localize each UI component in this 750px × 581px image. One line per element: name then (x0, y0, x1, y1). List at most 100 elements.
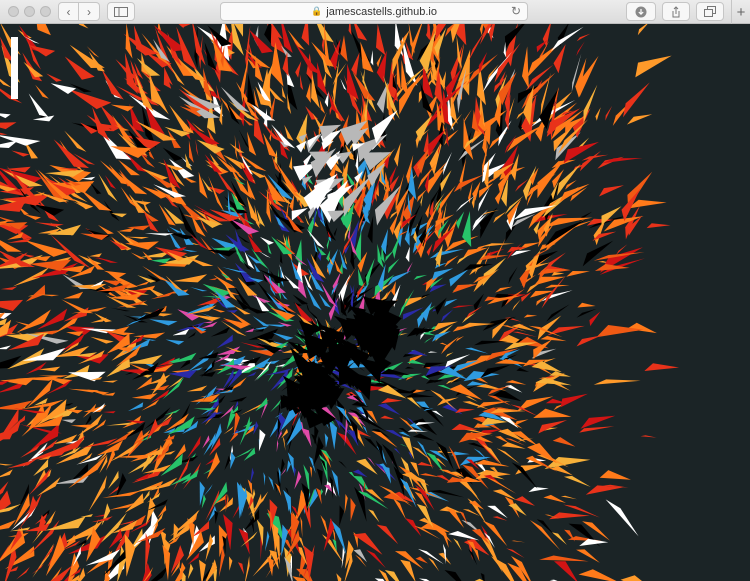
share-button[interactable] (662, 2, 690, 21)
triangle-shard (446, 125, 449, 147)
triangle-shard (0, 286, 18, 290)
triangle-shard (316, 468, 323, 486)
triangle-shard (415, 556, 428, 564)
triangle-shard (644, 363, 680, 371)
triangle-shard (444, 255, 459, 268)
triangle-shard (246, 196, 261, 226)
triangle-shard (646, 223, 671, 229)
triangle-shard (25, 361, 47, 375)
triangle-shard (465, 347, 489, 354)
triangle-shard (576, 335, 602, 347)
reload-icon[interactable]: ↻ (511, 4, 521, 18)
close-window-button[interactable] (8, 6, 19, 17)
sidebar-button[interactable] (107, 2, 135, 21)
triangle-shard (338, 460, 347, 469)
triangle-shard (544, 284, 570, 289)
download-button[interactable] (626, 2, 656, 21)
triangle-shard (348, 472, 356, 479)
back-button[interactable]: ‹ (58, 2, 79, 21)
art-canvas[interactable] (0, 24, 750, 581)
triangle-shard (163, 66, 172, 89)
tabs-overview-button[interactable] (696, 2, 724, 21)
triangle-shard (333, 227, 338, 237)
triangle-shard (426, 243, 433, 256)
triangle-shard (508, 266, 518, 285)
triangle-shard (286, 460, 291, 473)
triangle-shard (178, 24, 191, 28)
address-bar[interactable]: 🔒 jamescastells.github.io ↻ (220, 2, 528, 21)
triangle-shard (376, 24, 386, 56)
triangle-shard (478, 52, 488, 74)
triangle-shard (23, 61, 44, 78)
triangle-shard (341, 546, 345, 569)
triangle-shard (547, 325, 585, 336)
triangle-shard (543, 358, 556, 364)
triangle-shard (501, 442, 526, 449)
triangle-shard (151, 372, 167, 396)
triangle-shard (449, 269, 469, 287)
triangle-shard (0, 132, 8, 135)
triangle-shard (539, 555, 589, 562)
triangle-shard (380, 415, 395, 420)
triangle-shard (578, 569, 617, 581)
new-tab-button[interactable]: + (731, 0, 750, 24)
triangle-shard (357, 417, 387, 432)
browser-toolbar: ‹ › 🔒 jamescastells.github.io ↻ + (0, 0, 750, 24)
triangle-shard (173, 274, 208, 283)
triangle-shard (505, 380, 527, 385)
triangle-shard (637, 24, 648, 36)
triangle-shard (6, 458, 37, 469)
triangle-shard (263, 472, 266, 486)
triangle-shard (416, 504, 434, 529)
triangle-shard (78, 24, 89, 29)
triangle-shard (244, 328, 255, 333)
triangle-shard (167, 352, 197, 364)
forward-button[interactable]: › (79, 2, 100, 21)
triangle-shard (90, 336, 114, 344)
triangle-shard (543, 494, 566, 503)
triangle-shard (344, 494, 348, 514)
triangle-shard (427, 24, 432, 43)
triangle-shard (404, 222, 410, 246)
triangle-shard (640, 435, 657, 438)
triangle-shard (0, 299, 24, 311)
triangle-shard (384, 171, 391, 192)
triangle-shard (339, 505, 345, 527)
triangle-shard (131, 393, 158, 400)
share-icon (672, 5, 680, 17)
triangle-shard (229, 556, 233, 571)
triangle-shard (376, 524, 399, 545)
triangle-shard (259, 236, 274, 245)
triangle-shard (282, 435, 286, 451)
triangle-shard (492, 516, 508, 521)
triangle-shard (16, 309, 51, 333)
triangle-shard (511, 431, 539, 447)
triangle-shard (465, 306, 483, 319)
triangle-shard (216, 334, 233, 349)
triangle-shard (0, 345, 11, 350)
triangle-shard (444, 570, 462, 581)
triangle-shard (16, 566, 30, 580)
triangle-shard (157, 162, 185, 171)
minimize-window-button[interactable] (24, 6, 35, 17)
vertical-slider-bar[interactable] (11, 37, 18, 99)
triangle-shard (101, 68, 124, 100)
triangle-shard (107, 470, 119, 489)
triangle-shard (294, 470, 302, 490)
triangle-shard (28, 468, 51, 496)
triangle-shard (188, 125, 220, 145)
triangle-shard (90, 182, 102, 194)
triangle-shard (199, 371, 216, 377)
triangle-shard (134, 280, 150, 287)
triangle-shard (276, 439, 279, 453)
zoom-window-button[interactable] (40, 6, 51, 17)
triangle-shard (147, 287, 164, 297)
triangle-shard (504, 342, 538, 351)
triangle-shard (301, 24, 310, 46)
triangle-shard (492, 389, 522, 402)
triangle-shard (453, 174, 484, 193)
chevron-right-icon: › (87, 4, 91, 19)
triangle-shard (214, 510, 219, 525)
triangle-shard (451, 305, 475, 309)
triangle-shard (548, 512, 590, 520)
